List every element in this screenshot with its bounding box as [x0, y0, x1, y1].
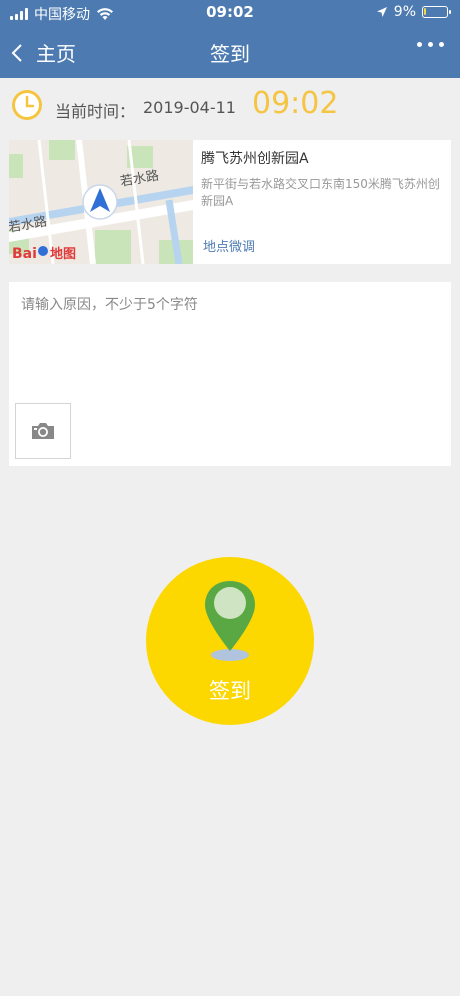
location-address: 新平街与若水路交叉口东南150米腾飞苏州创新园A — [201, 177, 440, 208]
location-card: 若水路 若水路 Bai 地图 腾飞苏州创新园A 新平街与若水路交叉口东南150米… — [9, 140, 451, 264]
location-name: 腾飞苏州创新园A — [201, 151, 309, 167]
svg-text:地图: 地图 — [50, 246, 76, 262]
current-time: 09:02 — [252, 86, 339, 121]
back-label: 主页 — [36, 42, 76, 66]
reason-input[interactable] — [9, 282, 451, 392]
location-info: 腾飞苏州创新园A 新平街与若水路交叉口东南150米腾飞苏州创新园A 地点微调 — [193, 140, 451, 264]
clock-icon — [12, 90, 42, 120]
battery-icon — [422, 6, 451, 18]
header: 中国移动 09:02 9% 主页 签到 — [0, 0, 460, 78]
battery-fill — [424, 8, 426, 15]
camera-icon — [32, 423, 54, 439]
map-thumbnail[interactable]: 若水路 若水路 Bai 地图 — [9, 140, 193, 264]
nav-bar: 主页 签到 — [0, 30, 460, 74]
signin-button[interactable]: 签到 — [146, 557, 314, 725]
back-chevron-icon — [11, 43, 22, 62]
add-photo-button[interactable] — [15, 403, 71, 459]
signin-label: 签到 — [209, 679, 251, 703]
current-date: 2019-04-11 — [143, 98, 236, 117]
adjust-location-link[interactable]: 地点微调 — [203, 236, 255, 255]
reason-panel — [9, 282, 451, 466]
more-icon[interactable] — [417, 42, 444, 47]
svg-text:Bai: Bai — [12, 246, 37, 262]
time-label: 当前时间： — [55, 102, 136, 121]
battery-percent: 9% — [393, 4, 416, 20]
status-bar: 中国移动 09:02 9% — [0, 0, 460, 26]
location-arrow-icon — [376, 7, 387, 17]
map-pin-icon — [205, 581, 255, 661]
time-row: 当前时间： 2019-04-11 09:02 — [0, 80, 460, 134]
status-right: 9% — [376, 4, 451, 20]
back-button[interactable]: 主页 — [10, 38, 76, 67]
